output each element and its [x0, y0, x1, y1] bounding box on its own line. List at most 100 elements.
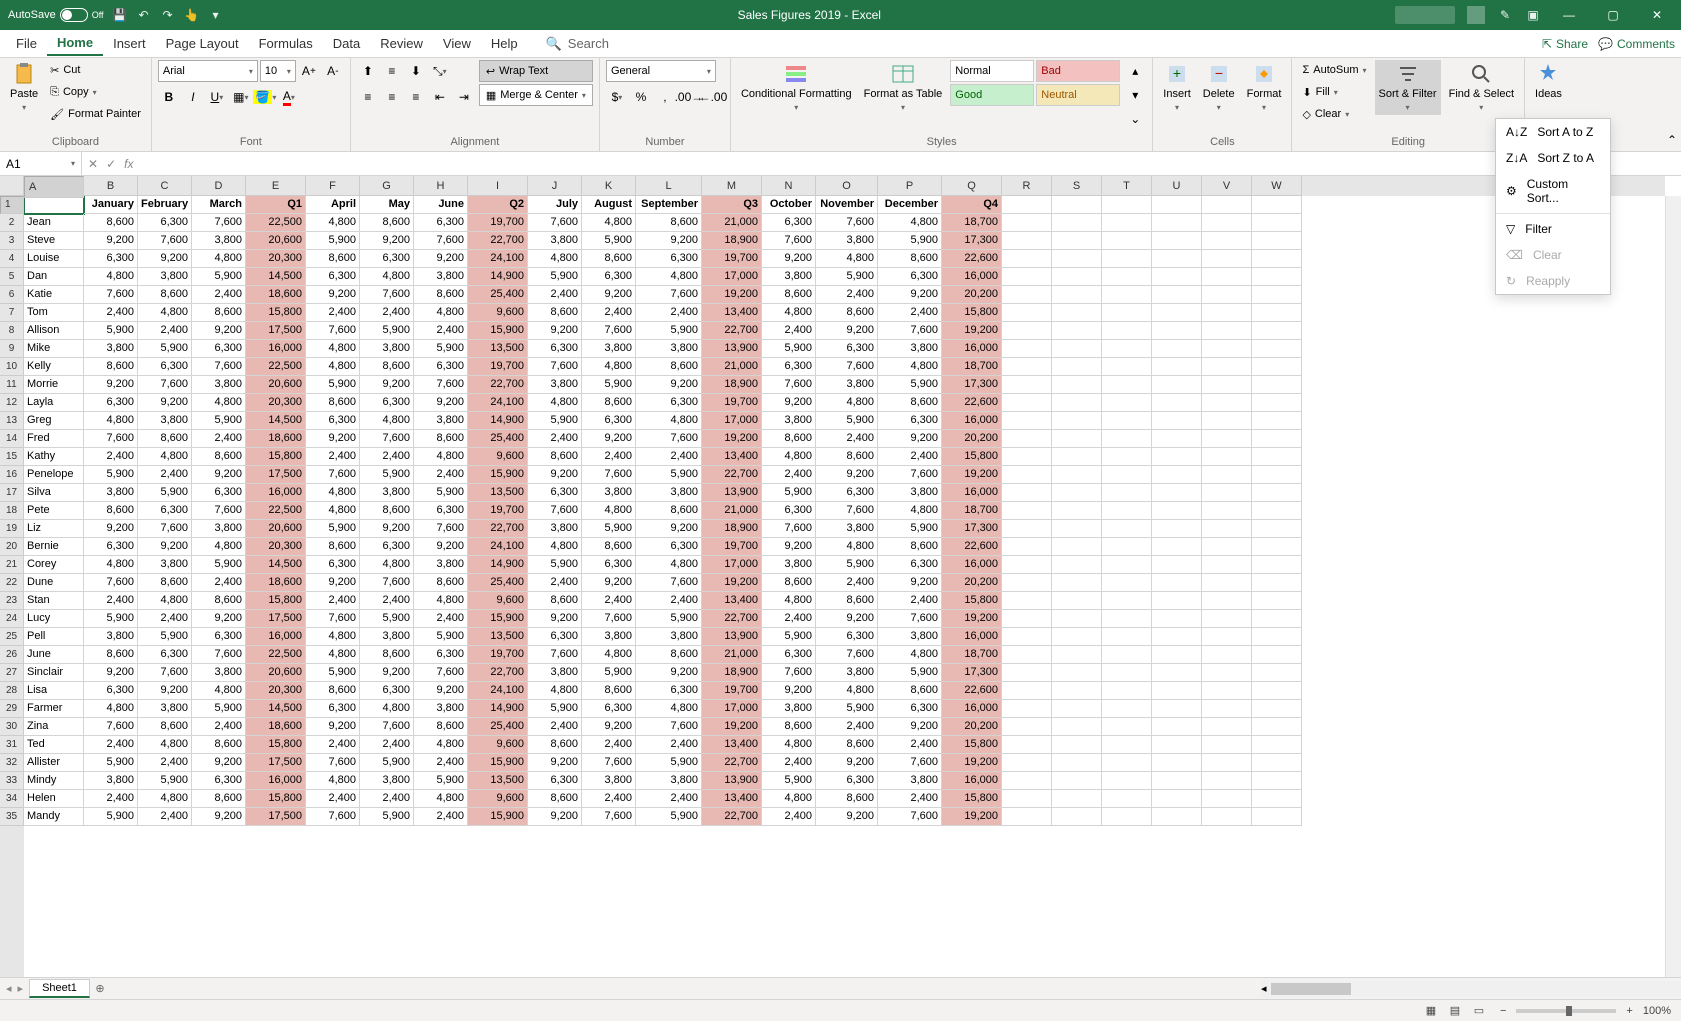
cell[interactable]: 15,900 [468, 754, 528, 772]
cell[interactable] [1252, 232, 1302, 250]
cell[interactable] [1152, 610, 1202, 628]
cell[interactable]: 9,600 [468, 448, 528, 466]
cell[interactable]: 18,900 [702, 376, 762, 394]
cell[interactable]: 19,200 [942, 466, 1002, 484]
cell[interactable]: 14,500 [246, 268, 306, 286]
cell[interactable]: 17,300 [942, 232, 1002, 250]
cell[interactable]: 3,800 [192, 520, 246, 538]
cell[interactable]: 18,700 [942, 502, 1002, 520]
cell[interactable]: 4,800 [528, 394, 582, 412]
cell[interactable]: 9,200 [360, 664, 414, 682]
cell[interactable]: 25,400 [468, 718, 528, 736]
cell[interactable]: 4,800 [414, 304, 468, 322]
cell[interactable]: 16,000 [942, 556, 1002, 574]
cell[interactable] [1002, 376, 1052, 394]
style-normal[interactable]: Normal [950, 60, 1034, 82]
cell[interactable]: 16,000 [942, 484, 1002, 502]
cell[interactable] [1152, 484, 1202, 502]
cell[interactable]: Layla [24, 394, 84, 412]
cell[interactable]: 9,200 [878, 718, 942, 736]
cell[interactable] [1052, 304, 1102, 322]
cell[interactable]: 19,700 [468, 502, 528, 520]
cell[interactable]: 7,600 [528, 646, 582, 664]
tab-formulas[interactable]: Formulas [249, 32, 323, 55]
cell[interactable]: 3,800 [762, 700, 816, 718]
row-header-13[interactable]: 13 [0, 412, 24, 430]
cell[interactable]: 5,900 [138, 772, 192, 790]
cell[interactable]: 18,900 [702, 232, 762, 250]
cell[interactable] [1102, 304, 1152, 322]
cell[interactable] [1052, 610, 1102, 628]
col-header-E[interactable]: E [246, 176, 306, 196]
cell[interactable]: 8,600 [816, 304, 878, 322]
cell[interactable]: 4,800 [636, 268, 702, 286]
zoom-slider[interactable] [1516, 1009, 1616, 1013]
cell[interactable]: 5,900 [582, 232, 636, 250]
cell[interactable] [1252, 520, 1302, 538]
cell[interactable]: 19,700 [702, 394, 762, 412]
cell[interactable]: 21,000 [702, 502, 762, 520]
cell[interactable] [1252, 574, 1302, 592]
cell[interactable]: 22,700 [702, 808, 762, 826]
col-header-L[interactable]: L [636, 176, 702, 196]
cell[interactable]: 4,800 [582, 358, 636, 376]
cell[interactable] [1052, 682, 1102, 700]
row-header-19[interactable]: 19 [0, 520, 24, 538]
percent-format-button[interactable]: % [630, 86, 652, 108]
cell[interactable] [1102, 376, 1152, 394]
cell[interactable] [1252, 268, 1302, 286]
cell[interactable] [1002, 484, 1052, 502]
cell[interactable]: 5,900 [306, 376, 360, 394]
font-size-select[interactable]: 10▾ [260, 60, 296, 82]
cell[interactable]: 7,600 [762, 520, 816, 538]
page-break-view-button[interactable]: ▭ [1468, 1002, 1490, 1020]
align-bottom-button[interactable]: ⬇ [405, 60, 427, 82]
cell[interactable]: 19,200 [702, 286, 762, 304]
cell[interactable]: 3,800 [360, 772, 414, 790]
cell[interactable]: 4,800 [762, 304, 816, 322]
cell[interactable]: 7,600 [306, 322, 360, 340]
cell[interactable] [1252, 286, 1302, 304]
cell[interactable] [1252, 502, 1302, 520]
tab-page-layout[interactable]: Page Layout [156, 32, 249, 55]
cell[interactable]: 8,600 [582, 394, 636, 412]
cell[interactable]: 9,200 [138, 538, 192, 556]
cell[interactable] [1152, 700, 1202, 718]
col-header-N[interactable]: N [762, 176, 816, 196]
cell[interactable]: 2,400 [192, 286, 246, 304]
cell[interactable]: 22,600 [942, 394, 1002, 412]
cell[interactable]: 8,600 [360, 214, 414, 232]
cell[interactable] [1252, 700, 1302, 718]
cell[interactable]: 5,900 [762, 628, 816, 646]
cell[interactable]: 8,600 [360, 358, 414, 376]
col-header-A[interactable]: A [24, 176, 84, 198]
cell[interactable] [24, 196, 84, 214]
cell[interactable]: 9,200 [762, 682, 816, 700]
cell[interactable]: 2,400 [414, 754, 468, 772]
cell[interactable] [1052, 790, 1102, 808]
cell[interactable]: 7,600 [878, 466, 942, 484]
cell[interactable]: 7,600 [582, 610, 636, 628]
minimize-button[interactable]: — [1553, 0, 1585, 30]
cell[interactable]: 5,900 [878, 520, 942, 538]
cell[interactable]: 6,300 [762, 214, 816, 232]
cell[interactable] [1052, 232, 1102, 250]
cell[interactable]: 3,800 [878, 340, 942, 358]
col-header-W[interactable]: W [1252, 176, 1302, 196]
cell[interactable]: 5,900 [528, 700, 582, 718]
row-header-34[interactable]: 34 [0, 790, 24, 808]
sort-filter-button[interactable]: Sort & Filter▾ [1375, 60, 1441, 115]
cell[interactable]: 2,400 [762, 754, 816, 772]
cell[interactable]: 3,800 [762, 412, 816, 430]
row-header-28[interactable]: 28 [0, 682, 24, 700]
cell[interactable]: 13,400 [702, 736, 762, 754]
cell[interactable] [1252, 340, 1302, 358]
cell[interactable] [1202, 430, 1252, 448]
cell[interactable]: 3,800 [816, 232, 878, 250]
cell[interactable] [1002, 610, 1052, 628]
cell[interactable] [1002, 520, 1052, 538]
cell[interactable]: 8,600 [138, 718, 192, 736]
cell[interactable]: 19,200 [702, 430, 762, 448]
cell[interactable]: 3,800 [360, 484, 414, 502]
cell[interactable]: 5,900 [636, 466, 702, 484]
